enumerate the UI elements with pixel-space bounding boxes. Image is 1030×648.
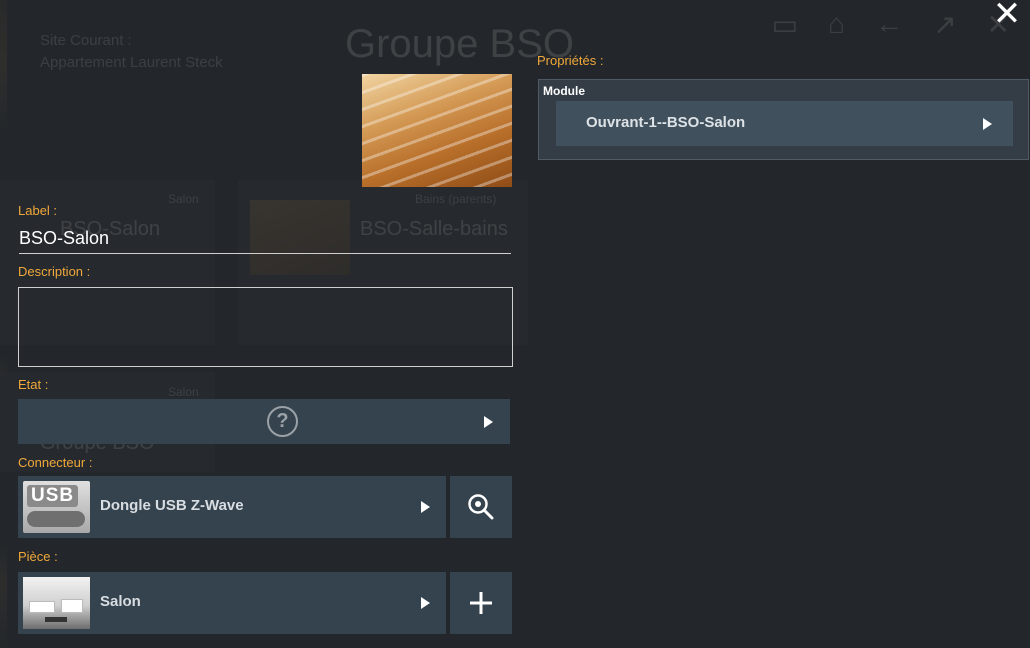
arrow-right-icon	[421, 501, 430, 513]
module-value: Ouvrant-1--BSO-Salon	[586, 114, 746, 131]
room-selector[interactable]: Salon	[18, 572, 446, 634]
background-card-2-room: Bains (parents)	[415, 192, 497, 206]
room-caption: Pièce :	[18, 549, 58, 564]
background-card-1-room: Salon	[168, 192, 199, 206]
device-image[interactable]	[362, 74, 512, 187]
state-selector[interactable]: ?	[18, 399, 510, 444]
background-left-strip	[0, 0, 7, 648]
usb-dongle-thumbnail: USB	[23, 481, 90, 533]
description-caption: Description :	[18, 264, 91, 279]
description-textarea[interactable]	[18, 287, 513, 367]
connector-search-button[interactable]	[450, 476, 512, 538]
arrow-right-icon	[983, 118, 992, 130]
plus-icon	[470, 592, 492, 614]
arrow-right-icon	[484, 416, 493, 428]
background-toolbar: ▭ ⌂ ← ↗ ✕	[772, 8, 1010, 41]
search-icon	[468, 494, 494, 520]
properties-caption: Propriétés :	[537, 53, 604, 68]
room-value: Salon	[100, 593, 141, 610]
arrow-right-icon	[421, 597, 430, 609]
connector-caption: Connecteur :	[18, 455, 93, 470]
zwave-logo-icon	[27, 511, 85, 527]
background-site-line1: Site Courant :	[40, 32, 132, 49]
table-shape	[45, 617, 67, 622]
back-arrow-icon: ←	[875, 8, 904, 39]
connector-selector[interactable]: USB Dongle USB Z-Wave	[18, 476, 446, 538]
label-input[interactable]: BSO-Salon	[19, 226, 511, 254]
usb-thumb-text: USB	[27, 485, 79, 507]
close-button[interactable]: ✕	[990, 0, 1024, 31]
label-caption: Label :	[18, 203, 58, 218]
module-panel: Module Ouvrant-1--BSO-Salon	[538, 79, 1029, 160]
help-icon: ?	[267, 406, 298, 437]
state-caption: Etat :	[18, 377, 49, 392]
home-icon: ⌂	[828, 8, 846, 39]
module-title: Module	[543, 84, 585, 98]
sofa-shape	[61, 599, 83, 613]
external-link-icon: ↗	[933, 9, 957, 40]
connector-value: Dongle USB Z-Wave	[100, 497, 244, 514]
tray-icon: ▭	[771, 9, 799, 40]
add-room-button[interactable]	[450, 572, 512, 634]
sofa-shape	[29, 601, 55, 613]
background-card-3-room: Salon	[168, 385, 199, 399]
room-thumbnail	[23, 577, 90, 629]
module-selector[interactable]: Ouvrant-1--BSO-Salon	[556, 101, 1013, 146]
background-site-info: Site Courant : Appartement Laurent Steck	[40, 30, 223, 74]
background-site-line2: Appartement Laurent Steck	[40, 54, 223, 71]
